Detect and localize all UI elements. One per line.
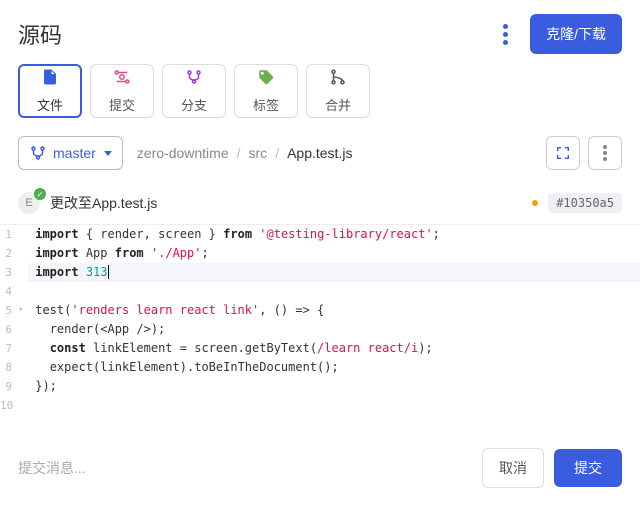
branch-icon — [185, 68, 203, 91]
page-title: 源码 — [18, 18, 62, 50]
file-icon — [41, 68, 59, 91]
line-number: 6 — [0, 320, 18, 339]
fullscreen-button[interactable] — [546, 136, 580, 170]
tab-label: 合并 — [325, 95, 351, 114]
more-vert-icon — [603, 145, 607, 161]
tab-label: 标签 — [253, 95, 279, 114]
breadcrumb-separator: / — [237, 145, 241, 161]
tab-tags[interactable]: 标签 — [234, 64, 298, 118]
line-number: 9 — [0, 377, 18, 396]
tag-icon — [257, 68, 275, 91]
tab-label: 分支 — [181, 95, 207, 114]
line-number: 1 — [0, 225, 18, 244]
last-commit-row: E ✓ 更改至App.test.js #10350a5 — [0, 182, 640, 224]
line-number: 3 — [0, 263, 18, 282]
clone-download-button[interactable]: 克隆/下载 — [530, 14, 622, 54]
line-number: 10 — [0, 396, 18, 415]
code-editor[interactable]: 1 import { render, screen } from '@testi… — [0, 224, 640, 415]
breadcrumb-current: App.test.js — [287, 145, 352, 161]
tab-commits[interactable]: 提交 — [90, 64, 154, 118]
tab-files[interactable]: 文件 — [18, 64, 82, 118]
unsaved-indicator — [532, 200, 538, 206]
status-success-icon: ✓ — [34, 188, 46, 200]
branch-selector[interactable]: master — [18, 136, 123, 170]
chevron-down-icon — [104, 151, 112, 156]
source-tabs: 文件 提交 分支 标签 合并 — [0, 64, 640, 136]
breadcrumb-part[interactable]: src — [249, 145, 268, 161]
tab-label: 文件 — [37, 95, 63, 114]
line-number: 7 — [0, 339, 18, 358]
commit-message-input[interactable] — [18, 460, 472, 476]
branch-name: master — [53, 145, 96, 161]
line-number: 8 — [0, 358, 18, 377]
fold-icon[interactable]: ▾ — [18, 301, 28, 320]
file-more-button[interactable] — [588, 136, 622, 170]
avatar-wrap: E ✓ — [18, 192, 40, 214]
line-number: 5 — [0, 301, 18, 320]
commit-hash[interactable]: #10350a5 — [548, 193, 622, 213]
tab-merge[interactable]: 合并 — [306, 64, 370, 118]
fullscreen-icon — [555, 145, 571, 161]
submit-button[interactable]: 提交 — [554, 449, 622, 487]
tab-label: 提交 — [109, 95, 135, 114]
cancel-button[interactable]: 取消 — [482, 448, 544, 488]
breadcrumb-separator: / — [275, 145, 279, 161]
branch-small-icon — [29, 144, 47, 162]
breadcrumb-part[interactable]: zero-downtime — [137, 145, 229, 161]
line-number: 2 — [0, 244, 18, 263]
tab-branches[interactable]: 分支 — [162, 64, 226, 118]
breadcrumb: zero-downtime / src / App.test.js — [137, 145, 538, 161]
header-more-icon[interactable] — [499, 20, 512, 49]
commit-message: 更改至App.test.js — [50, 193, 522, 213]
line-number: 4 — [0, 282, 18, 301]
merge-icon — [329, 68, 347, 91]
commit-icon — [113, 68, 131, 91]
